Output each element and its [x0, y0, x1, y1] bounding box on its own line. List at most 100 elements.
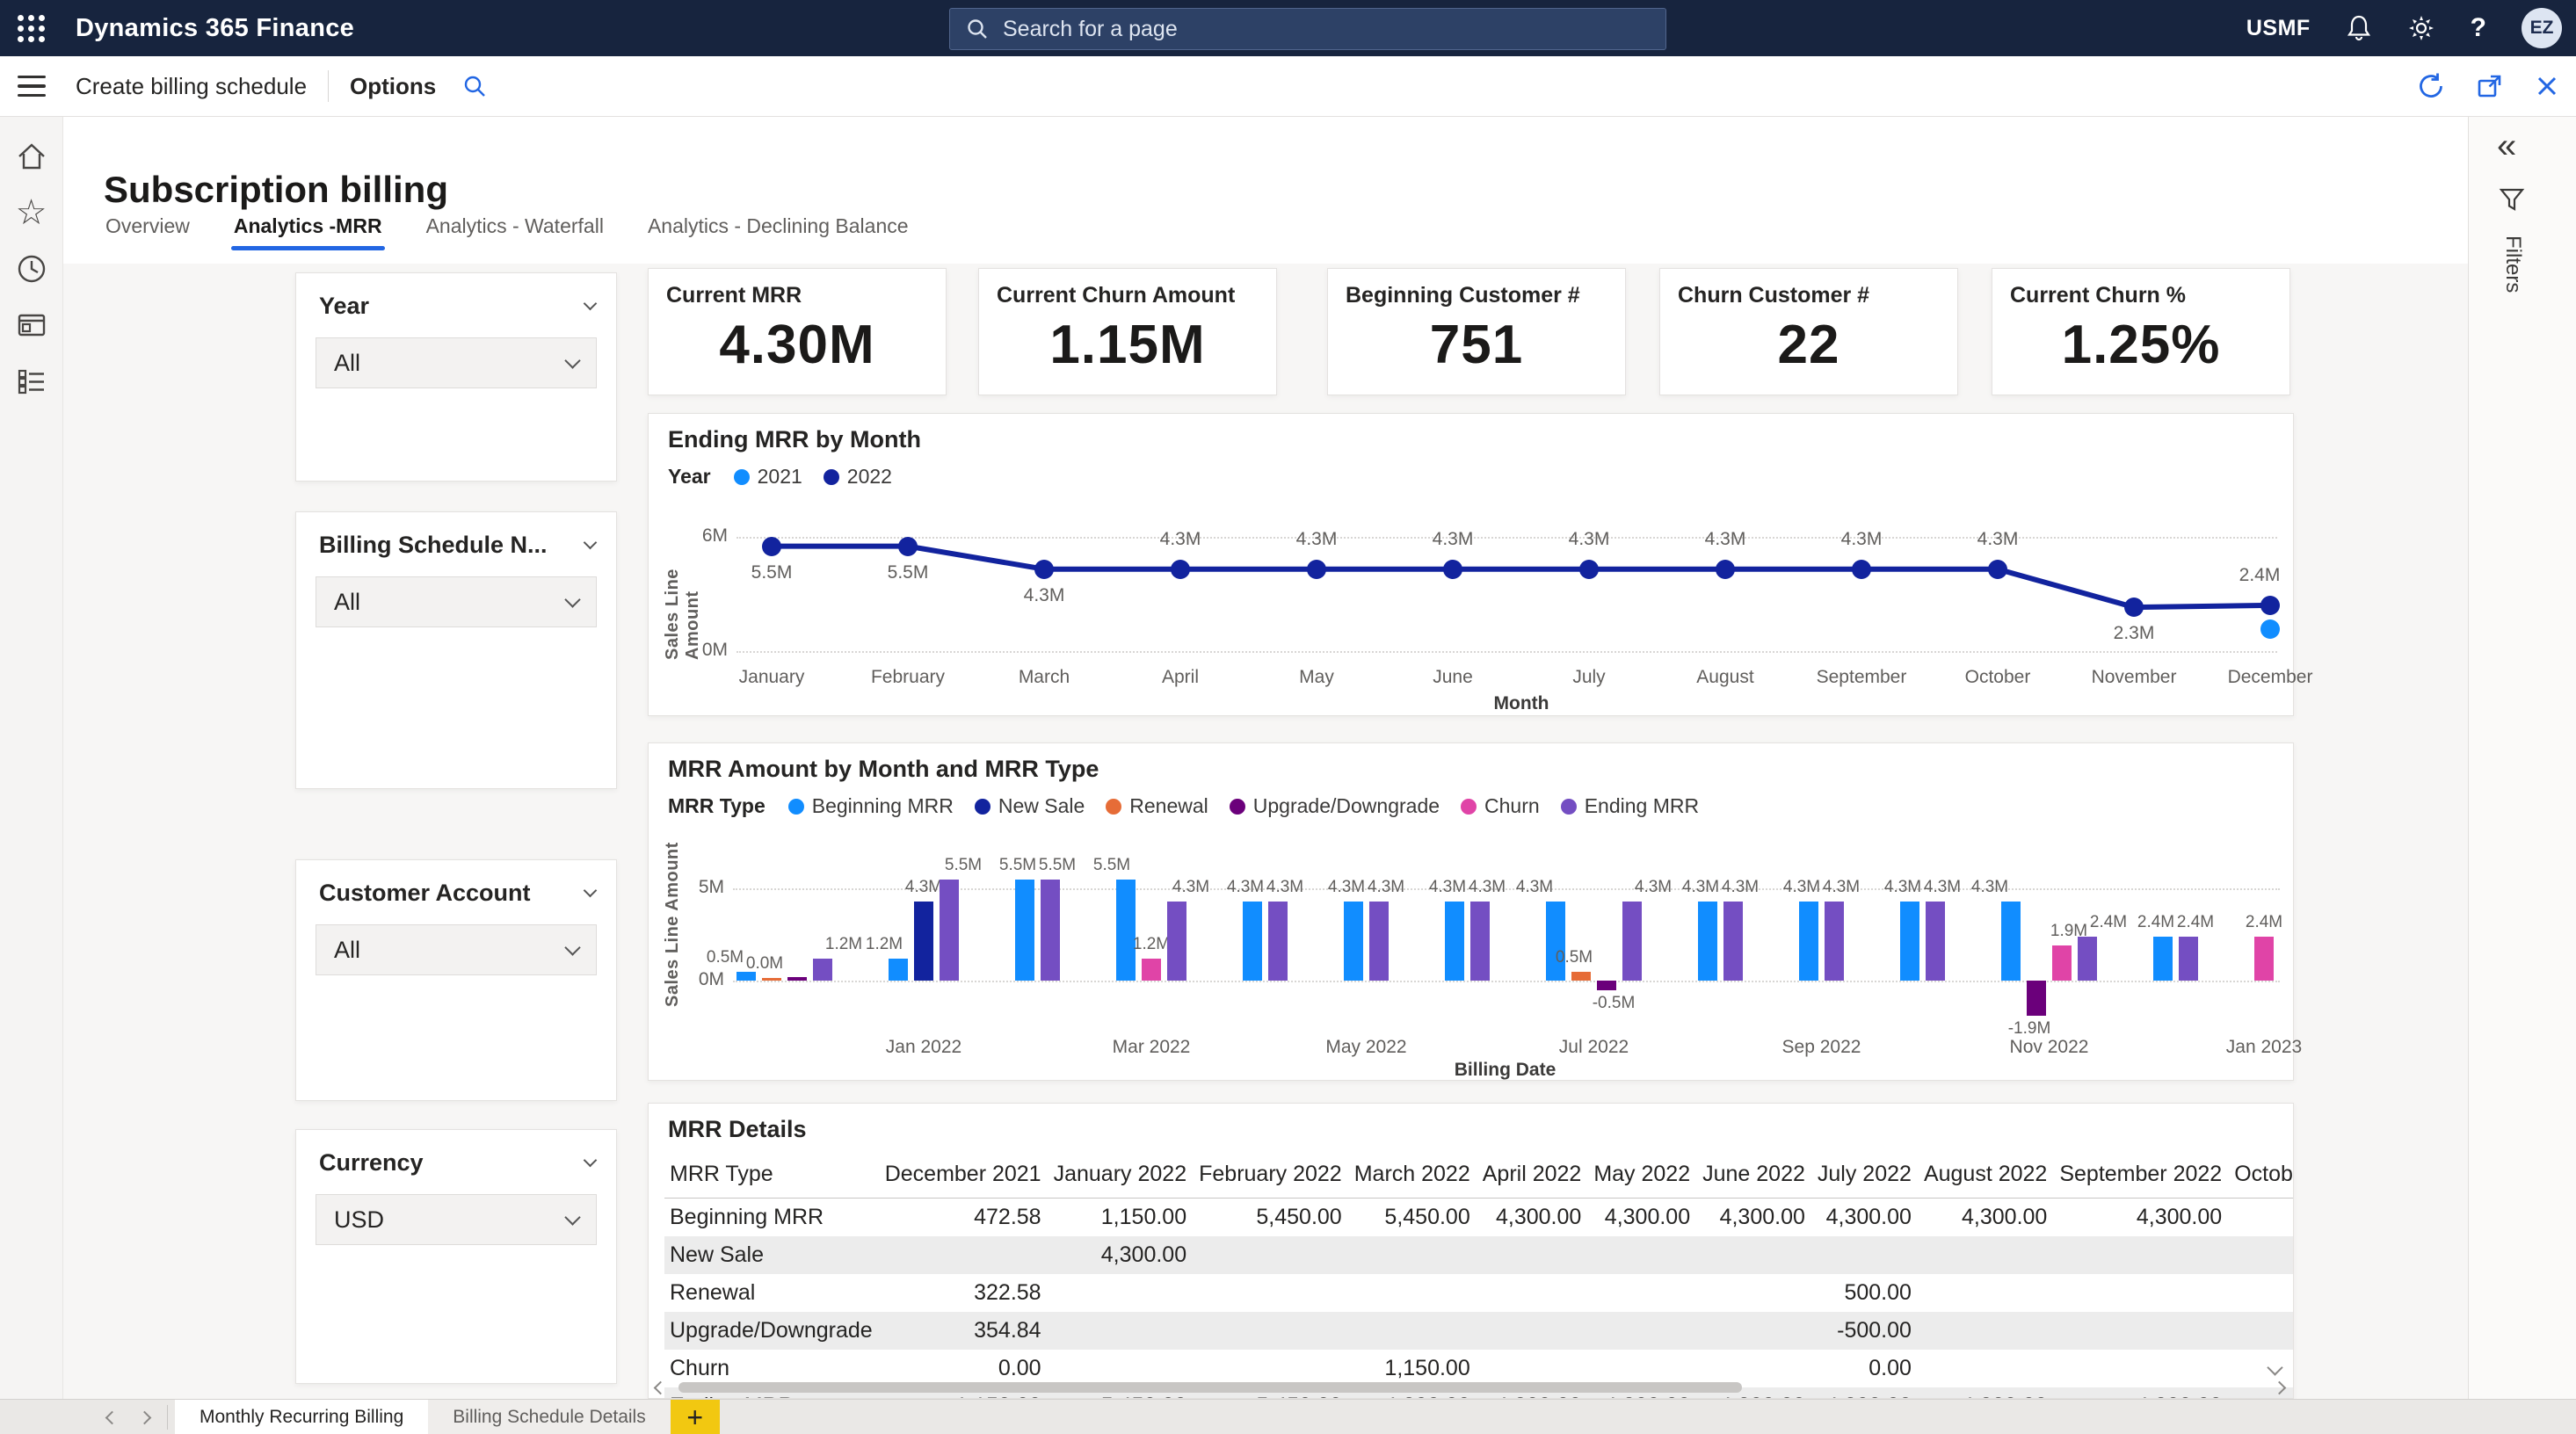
tab-overview[interactable]: Overview	[105, 214, 190, 250]
refresh-icon[interactable]	[2416, 71, 2446, 101]
bar-renewal-jul-2022[interactable]	[1571, 972, 1591, 981]
recent-clock-icon[interactable]	[14, 251, 49, 286]
data-point-2022-august[interactable]	[1716, 560, 1735, 579]
bar-ending-apr-2022[interactable]	[1268, 902, 1288, 981]
settings-gear-icon[interactable]	[2407, 14, 2435, 42]
bar-beginning-nov-2022[interactable]	[2001, 902, 2021, 981]
bar-updown-dec-2021[interactable]	[787, 977, 807, 981]
bar-ending-aug-2022[interactable]	[1723, 902, 1743, 981]
bar-ending-jun-2022[interactable]	[1470, 902, 1490, 981]
company-selector[interactable]: USMF	[2246, 16, 2311, 41]
column-header-december-2021[interactable]: December 2021	[885, 1151, 1054, 1199]
chevron-down-icon[interactable]	[584, 1154, 598, 1168]
data-point-2022-june[interactable]	[1443, 560, 1462, 579]
data-point-2022-october[interactable]	[1988, 560, 2007, 579]
data-point-2022-december[interactable]	[2260, 596, 2280, 615]
bar-newsale-jan-2022[interactable]	[914, 902, 933, 981]
modules-list-icon[interactable]	[14, 364, 49, 399]
bar-ending-may-2022[interactable]	[1369, 902, 1389, 981]
bar-ending-mar-2022[interactable]	[1167, 902, 1186, 981]
bar-ending-dec-2021[interactable]	[813, 959, 832, 981]
bar-beginning-oct-2022[interactable]	[1900, 902, 1919, 981]
chevron-down-icon[interactable]	[584, 536, 598, 550]
data-point-2022-september[interactable]	[1852, 560, 1871, 579]
report-page-tab-billing-schedule-details[interactable]: Billing Schedule Details	[428, 1400, 670, 1434]
global-search-input[interactable]: Search for a page	[949, 8, 1666, 50]
bar-churn-jan-2023[interactable]	[2254, 937, 2274, 981]
data-point-2021-december[interactable]	[2260, 619, 2280, 639]
column-header-august-2022[interactable]: August 2022	[1924, 1151, 2059, 1199]
legend-item-new-sale[interactable]: New Sale	[975, 794, 1085, 818]
tab-analytics-mrr[interactable]: Analytics -MRR	[234, 214, 382, 250]
legend-item-upgrade-downgrade[interactable]: Upgrade/Downgrade	[1230, 794, 1440, 818]
bar-churn-nov-2022[interactable]	[2052, 945, 2072, 981]
bar-ending-jan-2022[interactable]	[940, 880, 959, 981]
star-favorites-icon[interactable]: ☆	[14, 195, 49, 230]
bar-churn-mar-2022[interactable]	[1142, 959, 1161, 981]
bar-updown-nov-2022[interactable]	[2027, 981, 2046, 1016]
command-search-icon[interactable]	[462, 74, 487, 98]
bar-ending-nov-2022[interactable]	[2078, 937, 2097, 981]
slicer-dropdown[interactable]: All	[316, 924, 597, 975]
slicer-dropdown[interactable]: All	[316, 576, 597, 627]
filters-pane-label[interactable]: Filters	[2500, 235, 2525, 293]
bar-beginning-mar-2022[interactable]	[1116, 880, 1136, 981]
tab-analytics-declining-balance[interactable]: Analytics - Declining Balance	[648, 214, 909, 250]
column-header-may-2022[interactable]: May 2022	[1593, 1151, 1702, 1199]
add-page-button[interactable]: +	[671, 1400, 720, 1434]
data-point-2022-may[interactable]	[1307, 560, 1326, 579]
slicer-dropdown[interactable]: USD	[316, 1194, 597, 1245]
bar-ending-feb-2022[interactable]	[1041, 880, 1060, 981]
bar-beginning-apr-2022[interactable]	[1243, 902, 1262, 981]
bar-beginning-sep-2022[interactable]	[1799, 902, 1818, 981]
filter-funnel-icon[interactable]	[2499, 186, 2525, 217]
bar-ending-dec-2022[interactable]	[2179, 937, 2198, 981]
bar-beginning-feb-2022[interactable]	[1015, 880, 1034, 981]
column-header-january-2022[interactable]: January 2022	[1054, 1151, 1200, 1199]
column-header-april-2022[interactable]: April 2022	[1483, 1151, 1594, 1199]
tab-analytics-waterfall[interactable]: Analytics - Waterfall	[426, 214, 604, 250]
options-menu-button[interactable]: Options	[350, 73, 436, 100]
bar-beginning-aug-2022[interactable]	[1698, 902, 1717, 981]
legend-item-renewal[interactable]: Renewal	[1106, 794, 1208, 818]
column-header-march-2022[interactable]: March 2022	[1354, 1151, 1483, 1199]
legend-item-churn[interactable]: Churn	[1461, 794, 1540, 818]
legend-item-beginning-mrr[interactable]: Beginning MRR	[788, 794, 954, 818]
slicer-dropdown[interactable]: All	[316, 337, 597, 388]
data-point-2022-february[interactable]	[898, 537, 918, 556]
chevron-down-icon[interactable]	[584, 884, 598, 898]
data-point-2022-january[interactable]	[762, 537, 781, 556]
scroll-right-arrow-icon[interactable]	[2273, 1380, 2287, 1394]
bar-renewal-dec-2021[interactable]	[762, 978, 781, 981]
kpi-card-churn-customer[interactable]: Churn Customer #22	[1659, 268, 1958, 395]
chevron-down-icon[interactable]	[584, 297, 598, 311]
kpi-card-current-churn[interactable]: Current Churn %1.25%	[1992, 268, 2290, 395]
bar-ending-sep-2022[interactable]	[1825, 902, 1844, 981]
bar-updown-jul-2022[interactable]	[1597, 981, 1616, 990]
kpi-card-beginning-customer[interactable]: Beginning Customer #751	[1327, 268, 1626, 395]
user-avatar[interactable]: EZ	[2522, 8, 2562, 48]
bar-ending-jul-2022[interactable]	[1622, 902, 1642, 981]
bar-ending-oct-2022[interactable]	[1926, 902, 1945, 981]
bar-beginning-may-2022[interactable]	[1344, 902, 1363, 981]
column-header-june-2022[interactable]: June 2022	[1702, 1151, 1818, 1199]
bar-beginning-dec-2022[interactable]	[2153, 937, 2173, 981]
column-header-mrr-type[interactable]: MRR Type	[664, 1151, 885, 1199]
data-point-2022-november[interactable]	[2124, 598, 2144, 617]
column-header-february-2022[interactable]: February 2022	[1199, 1151, 1354, 1199]
report-page-tab-monthly-recurring-billing[interactable]: Monthly Recurring Billing	[175, 1400, 428, 1434]
workspace-icon[interactable]	[14, 308, 49, 343]
expand-filters-chevron-icon[interactable]: «	[2497, 128, 2516, 163]
create-billing-schedule-button[interactable]: Create billing schedule	[76, 73, 307, 100]
app-title[interactable]: Dynamics 365 Finance	[76, 14, 354, 43]
legend-item-ending-mrr[interactable]: Ending MRR	[1561, 794, 1699, 818]
kpi-card-current-mrr[interactable]: Current MRR4.30M	[648, 268, 947, 395]
previous-page-arrow-icon[interactable]	[105, 1410, 120, 1424]
open-in-new-window-icon[interactable]	[2476, 72, 2504, 100]
kpi-card-current-churn-amount[interactable]: Current Churn Amount1.15M	[978, 268, 1277, 395]
help-icon[interactable]: ?	[2471, 13, 2486, 43]
column-header-octob[interactable]: Octob	[2234, 1151, 2293, 1199]
column-header-september-2022[interactable]: September 2022	[2059, 1151, 2234, 1199]
column-header-july-2022[interactable]: July 2022	[1818, 1151, 1924, 1199]
data-point-2022-july[interactable]	[1579, 560, 1599, 579]
